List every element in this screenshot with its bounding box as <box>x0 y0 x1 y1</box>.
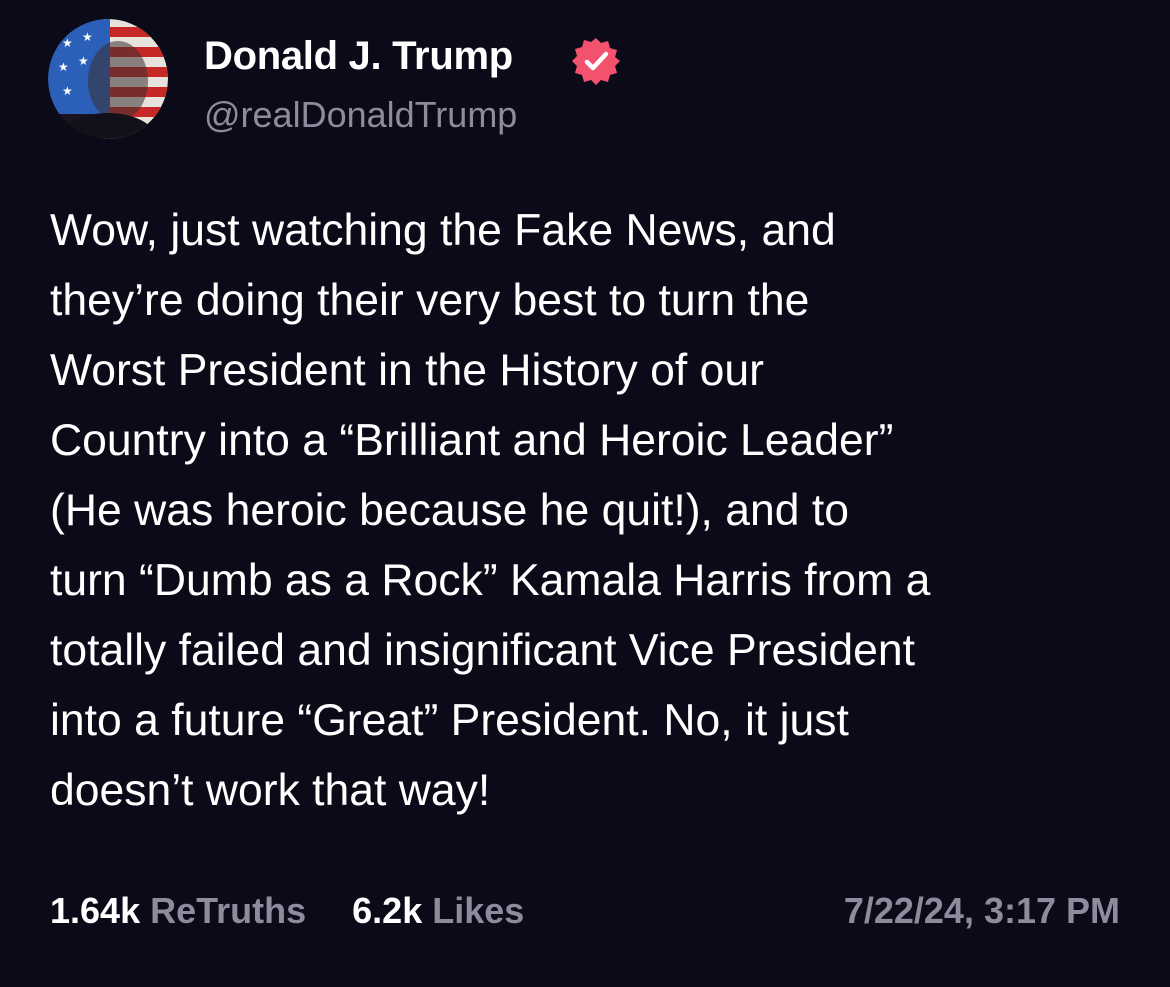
svg-text:★: ★ <box>62 84 73 98</box>
author-handle[interactable]: @realDonaldTrump <box>204 94 517 136</box>
flag-portrait-avatar-icon: ★ ★ ★ ★ ★ <box>48 19 168 139</box>
svg-text:★: ★ <box>78 54 89 68</box>
post-text-line: Country into a “Brilliant and Heroic Lea… <box>50 416 894 465</box>
retruths-stat[interactable]: 1.64k ReTruths <box>50 890 306 932</box>
svg-text:★: ★ <box>82 30 93 44</box>
post-text-line: totally failed and insignificant Vice Pr… <box>50 626 915 675</box>
post-text-line: (He was heroic because he quit!), and to <box>50 486 849 535</box>
author-avatar[interactable]: ★ ★ ★ ★ ★ <box>48 19 168 139</box>
truth-post: ★ ★ ★ ★ ★ Donald J. Trump @realDonaldTru… <box>0 0 1170 987</box>
likes-count: 6.2k <box>352 890 423 931</box>
post-text-line: they’re doing their very best to turn th… <box>50 276 810 325</box>
likes-label: Likes <box>432 890 525 931</box>
verified-badge-icon <box>571 36 621 86</box>
svg-text:★: ★ <box>62 36 73 50</box>
author-display-name[interactable]: Donald J. Trump <box>204 34 513 79</box>
post-text-line: turn “Dumb as a Rock” Kamala Harris from… <box>50 556 931 605</box>
post-text-line: Worst President in the History of our <box>50 346 764 395</box>
retruths-label: ReTruths <box>150 890 307 931</box>
retruths-count: 1.64k <box>50 890 141 931</box>
likes-stat[interactable]: 6.2k Likes <box>352 890 524 932</box>
post-text-line: Wow, just watching the Fake News, and <box>50 206 836 255</box>
svg-text:★: ★ <box>58 60 69 74</box>
post-text-line: doesn’t work that way! <box>50 766 491 815</box>
post-timestamp[interactable]: 7/22/24, 3:17 PM <box>844 890 1120 932</box>
post-body: Wow, just watching the Fake News, and th… <box>50 196 1130 826</box>
post-text-line: into a future “Great” President. No, it … <box>50 696 849 745</box>
post-stats: 1.64k ReTruths 6.2k Likes <box>50 890 560 932</box>
